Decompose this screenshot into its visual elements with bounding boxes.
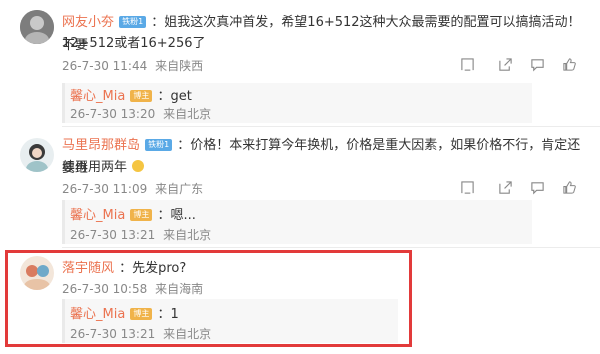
reply-date: 26-7-30 13:21 [70, 228, 156, 242]
comment-username[interactable]: 马里昂那群岛 [62, 138, 140, 153]
author-badge: 博主 [130, 90, 153, 102]
avatar[interactable] [20, 138, 54, 172]
avatar[interactable] [20, 10, 54, 44]
reply-text: ：get [157, 89, 192, 104]
share-icon[interactable] [498, 180, 513, 195]
like-icon[interactable] [562, 180, 577, 195]
reply-box: 馨心_Mia 博主 ：get 26-7-30 13:20 来自北京 [62, 83, 532, 123]
laugh-emoji-icon [132, 160, 145, 172]
reply-date: 26-7-30 13:20 [70, 107, 156, 121]
fan-badge: 铁粉1 [145, 139, 173, 151]
comment-date: 26-7-30 11:09 [62, 182, 148, 196]
comment-icon[interactable] [530, 57, 545, 72]
comment-icon[interactable] [530, 180, 545, 195]
comment-text-continued: 续再用两年 [62, 160, 128, 175]
like-icon[interactable] [562, 57, 577, 72]
comment-location: 来自广东 [155, 182, 204, 196]
comment-text-continued: 12+512或者16+256了 [62, 36, 206, 51]
highlight-box [5, 250, 412, 347]
share-icon[interactable] [498, 57, 513, 72]
comment-item: 马里昂那群岛 铁粉1 ：价格！本来打算今年换机，价格是重大因素，如果价格不行，肯… [0, 126, 600, 246]
reply-location: 来自北京 [163, 228, 212, 242]
reply-username[interactable]: 馨心_Mia [70, 89, 125, 104]
comment-username[interactable]: 网友小夯 [62, 15, 114, 30]
author-badge: 博主 [130, 209, 153, 221]
fan-badge: 铁粉1 [119, 16, 147, 28]
reply-text: ：嗯... [157, 208, 196, 223]
report-icon[interactable] [460, 180, 475, 195]
comment-item: 网友小夯 铁粉1 ：姐我这次真冲首发，希望16+512这种大众最需要的配置可以搞… [0, 0, 600, 123]
reply-location: 来自北京 [163, 107, 212, 121]
report-icon[interactable] [460, 57, 475, 72]
reply-username[interactable]: 馨心_Mia [70, 208, 125, 223]
reply-box: 馨心_Mia 博主 ：嗯... 26-7-30 13:21 来自北京 [62, 200, 532, 244]
comment-date: 26-7-30 11:44 [62, 59, 148, 73]
comment-location: 来自陕西 [155, 59, 204, 73]
